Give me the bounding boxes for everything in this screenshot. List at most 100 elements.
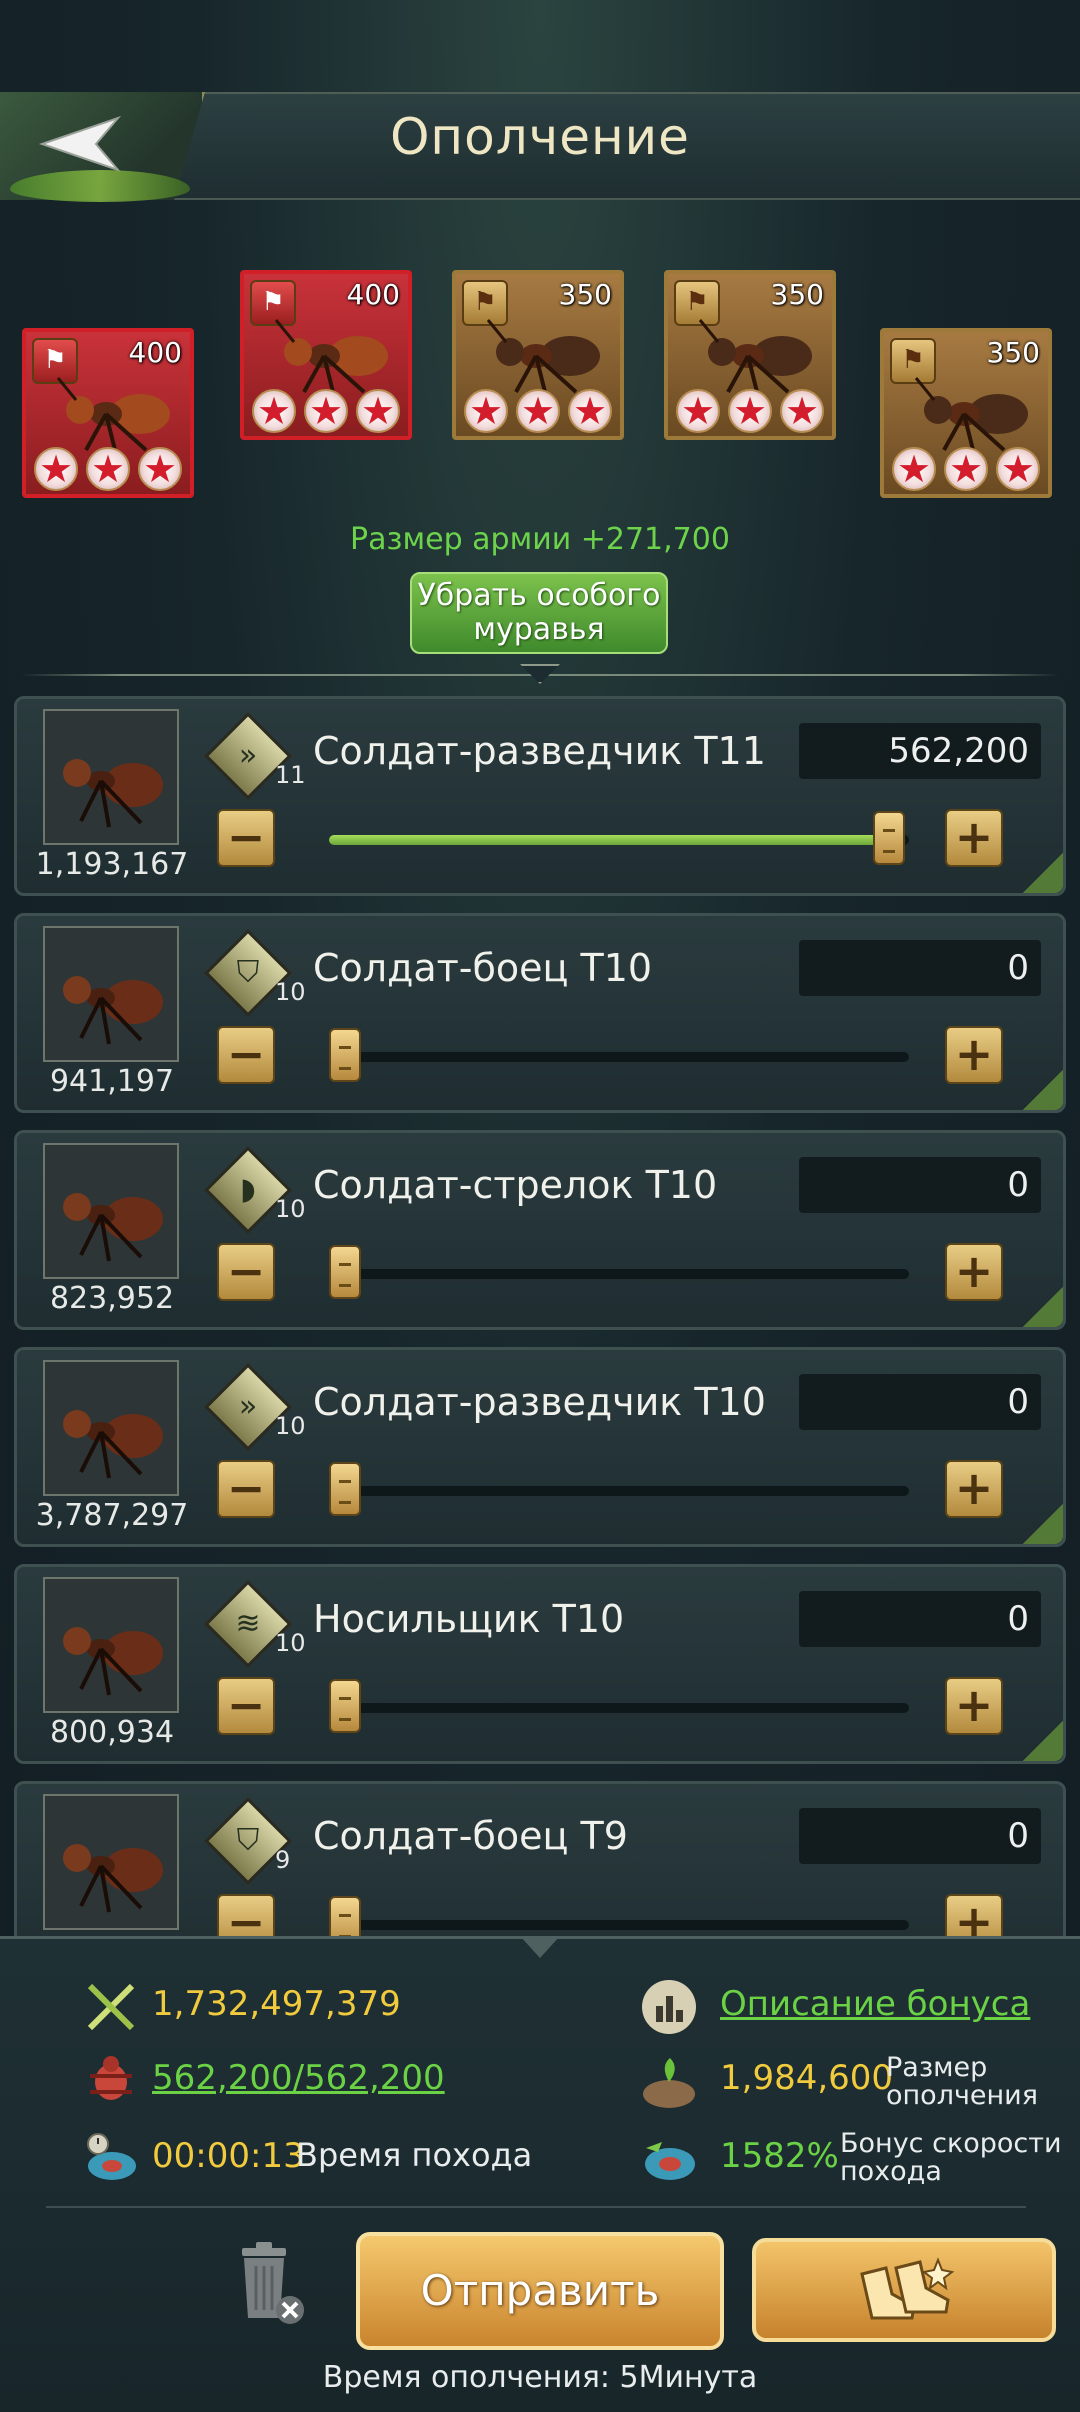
special-ant-value: 350: [770, 278, 824, 311]
increase-button[interactable]: +: [945, 809, 1003, 867]
decrease-button[interactable]: −: [217, 809, 275, 867]
militia-size-label: Размер ополчения: [886, 2054, 1038, 2110]
troop-thumbnail: [43, 1143, 179, 1279]
slider-handle[interactable]: [329, 1028, 361, 1082]
slider-handle[interactable]: [329, 1462, 361, 1516]
troop-available-count: 823,952: [49, 1281, 175, 1316]
troop-quantity-input[interactable]: 0: [799, 940, 1041, 996]
decrease-button[interactable]: −: [217, 1677, 275, 1735]
ant-illustration: [63, 976, 163, 1045]
troop-thumbnail: [43, 709, 179, 845]
troop-tier: 11: [275, 761, 306, 789]
page-title: Ополчение: [390, 108, 690, 166]
decrease-button[interactable]: −: [217, 1026, 275, 1084]
troop-row[interactable]: 941,197 ⛉ 10 Солдат-боец T10 0 − +: [14, 913, 1066, 1113]
special-ant-card[interactable]: ⚑ 400: [22, 328, 194, 498]
quick-select-button[interactable]: [752, 2238, 1056, 2342]
speed-bonus-label: Бонус скорости похода: [840, 2130, 1062, 2186]
troop-quantity-input[interactable]: 0: [799, 1157, 1041, 1213]
troop-type-icon: ⛉: [236, 1823, 260, 1858]
increase-button[interactable]: +: [945, 1026, 1003, 1084]
troop-list[interactable]: 1,193,167 » 11 Солдат-разведчик T11 562,200 −…: [0, 696, 1080, 1936]
decrease-button[interactable]: −: [217, 1460, 275, 1518]
star-rating: [668, 386, 832, 436]
red-ant-icon: [90, 2056, 132, 2100]
leaf-decoration: [10, 170, 190, 202]
militia-size-label-line2: ополчения: [886, 2080, 1038, 2111]
increase-button[interactable]: +: [945, 1243, 1003, 1301]
special-ant-card[interactable]: ⚑ 350: [664, 270, 836, 440]
troop-name: Солдат-боец T9: [313, 1814, 628, 1858]
leaf-decoration: [1023, 1070, 1063, 1110]
remove-button-line1: Убрать особого: [417, 578, 661, 613]
quantity-slider-track[interactable]: [329, 1052, 909, 1062]
star-icon: [944, 447, 988, 491]
army-size-text: Размер армии +271,700: [350, 522, 730, 557]
slider-handle[interactable]: [329, 1896, 361, 1936]
speed-bonus-label-line2: похода: [840, 2156, 942, 2187]
increase-button[interactable]: +: [945, 1894, 1003, 1936]
trash-icon: [242, 2242, 304, 2324]
troops-count-value[interactable]: 562,200/562,200: [152, 2058, 445, 2098]
star-icon: [516, 389, 560, 433]
troop-type-icon: ◗: [240, 1172, 256, 1207]
bonus-description-link[interactable]: Описание бонуса: [720, 1984, 1030, 2024]
special-ant-value: 400: [346, 278, 400, 311]
quantity-slider-track[interactable]: [329, 835, 909, 845]
troop-type-icon: »: [238, 1389, 258, 1424]
decrease-button[interactable]: −: [217, 1243, 275, 1301]
slider-handle[interactable]: [329, 1245, 361, 1299]
troop-quantity-input[interactable]: 0: [799, 1591, 1041, 1647]
march-time-value: 00:00:13: [152, 2136, 305, 2176]
remove-special-ant-button[interactable]: Убрать особого муравья: [410, 572, 668, 654]
troop-thumbnail: [43, 1360, 179, 1496]
quantity-slider-track[interactable]: [329, 1920, 909, 1930]
troop-row[interactable]: 1,193,167 » 11 Солдат-разведчик T11 562,200 −…: [14, 696, 1066, 896]
troop-name: Носильщик T10: [313, 1597, 625, 1641]
troop-row[interactable]: 800,934 ≋ 10 Носильщик T10 0 − +: [14, 1564, 1066, 1764]
troop-quantity-input[interactable]: 562,200: [799, 723, 1041, 779]
militia-size-label-line1: Размер: [886, 2052, 988, 2083]
special-ant-card[interactable]: ⚑ 350: [880, 328, 1052, 498]
special-ant-value: 350: [558, 278, 612, 311]
troop-thumbnail: [43, 926, 179, 1062]
special-ant-card[interactable]: ⚑ 400: [240, 270, 412, 440]
send-button[interactable]: Отправить: [356, 2232, 724, 2350]
troop-available-count: 941,197: [49, 1064, 175, 1099]
militia-time-text: Время ополчения: 5Минута: [322, 2360, 758, 2395]
sprout-mound-icon: [643, 2058, 695, 2108]
troop-row[interactable]: 3,787,297 » 10 Солдат-разведчик T10 0 − +: [14, 1347, 1066, 1547]
troop-thumbnail: [43, 1794, 179, 1930]
march-time-icon: [87, 2133, 136, 2180]
increase-button[interactable]: +: [945, 1460, 1003, 1518]
slider-handle[interactable]: [329, 1679, 361, 1733]
star-icon: [252, 389, 296, 433]
troop-tier: 10: [275, 1412, 306, 1440]
star-icon: [138, 447, 182, 491]
trash-button[interactable]: [228, 2240, 312, 2328]
special-ant-value: 350: [986, 336, 1040, 369]
special-ant-card[interactable]: ⚑ 350: [452, 270, 624, 440]
troop-row[interactable]: ⛉ 9 Солдат-боец T9 0 − +: [14, 1781, 1066, 1936]
special-ant-value: 400: [128, 336, 182, 369]
decrease-button[interactable]: −: [217, 1894, 275, 1936]
troop-type-icon: ≋: [235, 1606, 261, 1641]
quantity-slider-track[interactable]: [329, 1703, 909, 1713]
star-icon: [34, 447, 78, 491]
star-icon: [996, 447, 1040, 491]
star-icon: [304, 389, 348, 433]
ant-illustration: [63, 1410, 163, 1479]
quantity-slider-track[interactable]: [329, 1269, 909, 1279]
slider-handle[interactable]: [873, 811, 905, 865]
quantity-slider-track[interactable]: [329, 1486, 909, 1496]
troop-quantity-input[interactable]: 0: [799, 1374, 1041, 1430]
star-icon: [464, 389, 508, 433]
leaf-decoration: [1023, 1287, 1063, 1327]
increase-button[interactable]: +: [945, 1677, 1003, 1735]
troop-row[interactable]: 823,952 ◗ 10 Солдат-стрелок T10 0 − +: [14, 1130, 1066, 1330]
troop-quantity-input[interactable]: 0: [799, 1808, 1041, 1864]
star-icon: [356, 389, 400, 433]
troop-type-icon: ⛉: [236, 955, 260, 990]
troop-tier: 10: [275, 978, 306, 1006]
ant-illustration: [63, 1844, 163, 1913]
